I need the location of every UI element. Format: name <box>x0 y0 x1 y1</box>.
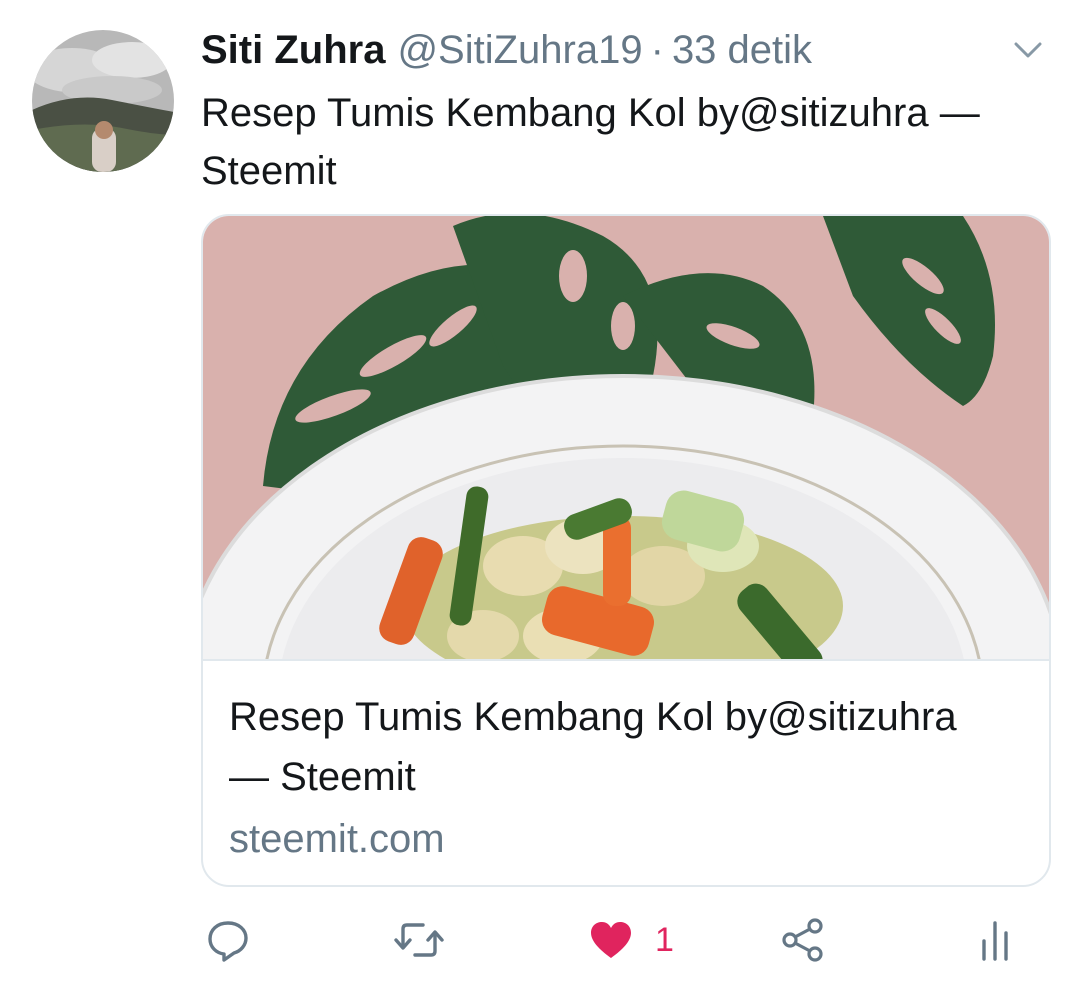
like-count: 1 <box>655 920 674 959</box>
avatar-image <box>32 30 174 172</box>
tweet-actions: 1 <box>0 905 1080 975</box>
like-button[interactable]: 1 <box>589 905 674 975</box>
separator-dot: · <box>650 28 664 72</box>
reply-icon <box>208 921 248 962</box>
timestamp[interactable]: 33 detik <box>672 24 812 76</box>
retweet-button[interactable] <box>393 905 445 975</box>
analytics-button[interactable] <box>978 905 1014 975</box>
share-button[interactable] <box>780 905 826 975</box>
tweet-text: Resep Tumis Kembang Kol by@sitizuhra — S… <box>201 91 980 193</box>
retweet-icon <box>394 923 444 957</box>
share-icon <box>782 918 823 962</box>
analytics-icon <box>982 921 1008 961</box>
card-image <box>203 216 1049 885</box>
card-domain: steemit.com <box>229 817 445 861</box>
heart-icon <box>591 922 631 958</box>
card-body: Resep Tumis Kembang Kol by@sitizuhra — S… <box>203 659 1049 861</box>
tweet-header: Siti Zuhra @SitiZuhra19 · 33 detik <box>201 24 812 76</box>
link-card[interactable]: Resep Tumis Kembang Kol by@sitizuhra — S… <box>201 214 1051 887</box>
author-handle[interactable]: @SitiZuhra19 <box>397 24 642 76</box>
chevron-down-icon[interactable] <box>1008 34 1048 64</box>
reply-button[interactable] <box>205 905 251 975</box>
author-name[interactable]: Siti Zuhra <box>201 24 385 76</box>
card-title: Resep Tumis Kembang Kol by@sitizuhra — S… <box>229 695 957 799</box>
avatar[interactable] <box>32 30 174 172</box>
